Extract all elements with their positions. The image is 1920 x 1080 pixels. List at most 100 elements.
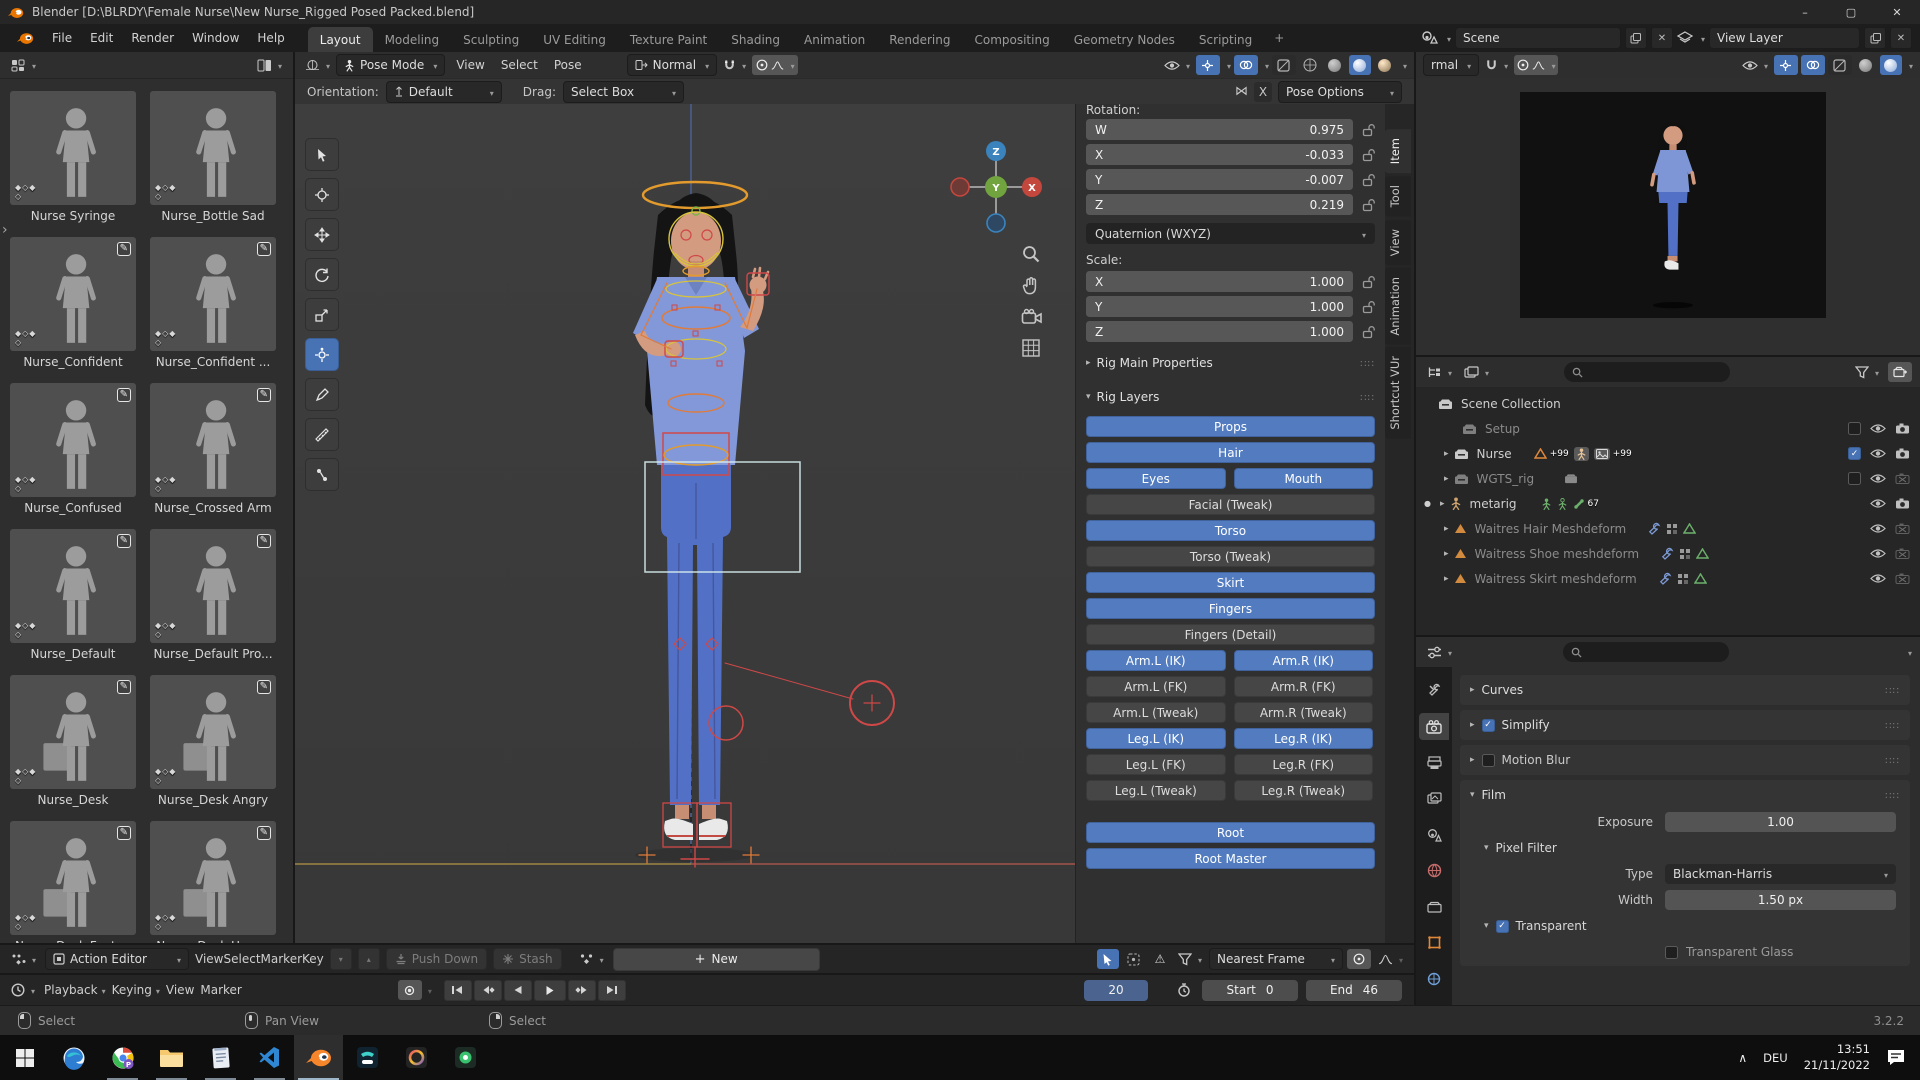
rig-layer-button[interactable]: Torso (Tweak) [1086, 546, 1375, 567]
exclude-checkbox[interactable] [1848, 422, 1861, 435]
rig-layer-button[interactable]: Root [1086, 822, 1375, 843]
tool-scale[interactable] [305, 298, 339, 331]
toggle-xray-icon[interactable] [1271, 55, 1296, 75]
dope-menu-item[interactable]: Marker [261, 952, 302, 966]
rig-layer-button[interactable]: Leg.L (FK) [1086, 754, 1226, 775]
viewport-menu-item[interactable]: Select [493, 58, 546, 72]
drag-dropdown[interactable]: Select Box [562, 80, 684, 103]
unlock-icon[interactable] [1361, 275, 1375, 289]
tab-scene[interactable] [1419, 821, 1449, 848]
exclude-checkbox[interactable] [1848, 472, 1861, 485]
view-layer-browse-caret[interactable] [1697, 31, 1705, 45]
menu-item[interactable]: Help [248, 31, 293, 45]
expander-icon[interactable]: ▸ [1444, 449, 1449, 459]
tab-data[interactable] [1419, 965, 1449, 992]
play-reverse-button[interactable] [503, 979, 532, 1001]
expander-icon[interactable]: ▸ [1444, 474, 1449, 484]
hide-eye-icon[interactable] [1870, 423, 1886, 434]
workspace-tab[interactable]: Compositing [962, 27, 1061, 52]
scale-field[interactable]: X 1.000 [1086, 271, 1353, 292]
keying-set-caret[interactable] [424, 983, 432, 997]
asset-item[interactable]: Nurse_Desk Foot ... [10, 821, 136, 943]
disable-render-camera-icon[interactable] [1895, 448, 1910, 459]
unlock-icon[interactable] [1361, 123, 1375, 137]
shading-options-caret[interactable] [1399, 58, 1407, 72]
expander-icon[interactable]: ▸ [1444, 524, 1449, 534]
asset-item[interactable]: Nurse_Desk Angry [150, 675, 276, 811]
mode-dropdown[interactable]: Pose Mode [336, 54, 446, 76]
taskbar-edge-icon[interactable] [49, 1035, 98, 1080]
asset-thumbnail[interactable] [10, 529, 136, 643]
snapping-magnet-icon[interactable] [1482, 56, 1511, 74]
stash-button[interactable]: Stash [493, 948, 562, 970]
shading-wireframe-icon[interactable] [1299, 55, 1321, 75]
start-button[interactable] [0, 1035, 49, 1080]
menu-item[interactable]: Render [122, 31, 183, 45]
section-simplify[interactable]: ▸Simplify [1460, 711, 1910, 739]
rig-layer-button[interactable]: Torso [1086, 520, 1375, 541]
tray-chevron-icon[interactable]: ∧ [1738, 1051, 1747, 1065]
asset-thumbnail[interactable] [10, 383, 136, 497]
asset-thumbnail[interactable] [150, 821, 276, 935]
taskbar-vscode-icon[interactable] [245, 1035, 294, 1080]
rig-layer-button[interactable]: Props [1086, 416, 1375, 437]
rig-layer-button[interactable]: Fingers (Detail) [1086, 624, 1375, 645]
mirror-x-toggle[interactable]: X [1254, 81, 1272, 102]
workspace-tab[interactable]: Scripting [1187, 27, 1264, 52]
tab-tool[interactable] [1419, 677, 1449, 704]
filter-width-field[interactable]: 1.50 px [1665, 890, 1896, 910]
workspace-tab[interactable]: Layout [307, 27, 373, 52]
unlock-icon[interactable] [1361, 198, 1375, 212]
camera-disabled-icon[interactable] [1895, 473, 1910, 484]
hide-eye-icon[interactable] [1870, 498, 1886, 509]
shading-material-icon[interactable] [1348, 55, 1371, 75]
show-object-types-icon[interactable] [1161, 56, 1193, 74]
rig-layer-button[interactable]: Arm.R (Tweak) [1233, 702, 1373, 723]
include-checkbox[interactable] [1848, 447, 1861, 460]
sidebar-tab[interactable]: Animation [1385, 267, 1411, 345]
show-gizmo-icon[interactable] [1773, 55, 1798, 75]
editor-type-3d-viewport-icon[interactable] [302, 56, 333, 74]
show-hidden-channels-icon[interactable] [1123, 949, 1145, 969]
rig-layer-button[interactable]: Arm.R (FK) [1233, 676, 1373, 697]
shading-solid-icon[interactable] [1324, 55, 1346, 75]
workspace-tab[interactable]: Modeling [373, 27, 452, 52]
tool-cursor[interactable] [305, 178, 339, 211]
asset-thumbnail[interactable] [150, 529, 276, 643]
subsection-transparent[interactable]: ▾Transparent [1460, 913, 1910, 939]
asset-item[interactable]: Nurse_Desk [10, 675, 136, 811]
orientation-dropdown-truncated[interactable]: rmal [1423, 54, 1480, 76]
scene-browse-caret[interactable] [1443, 31, 1451, 45]
camera-disabled-icon[interactable] [1895, 548, 1910, 559]
workspace-tab[interactable]: Shading [719, 27, 792, 52]
outliner-row-scene-collection[interactable]: Scene Collection [1416, 391, 1920, 416]
camera-view-icon[interactable] [1021, 308, 1043, 326]
asset-item[interactable]: Nurse_Default [10, 529, 136, 665]
hide-eye-icon[interactable] [1870, 448, 1886, 459]
push-down-button[interactable]: Push Down [385, 948, 488, 970]
rotation-field[interactable]: X -0.033 [1086, 144, 1353, 165]
new-scene-button[interactable] [1624, 27, 1647, 49]
orientation-dropdown[interactable]: Default [385, 80, 502, 103]
shading-rendered-icon[interactable] [1374, 55, 1396, 75]
expand-region-arrow[interactable]: › [2, 222, 8, 238]
asset-thumbnail[interactable] [150, 675, 276, 789]
simplify-checkbox[interactable] [1481, 718, 1495, 732]
dope-menu-item[interactable]: Select [224, 952, 261, 966]
rig-layer-button[interactable]: Facial (Tweak) [1086, 494, 1375, 515]
rig-layer-button[interactable]: Fingers [1086, 598, 1375, 619]
jump-to-start-button[interactable] [443, 979, 472, 1001]
outliner-row-wgts-rig[interactable]: ▸ WGTS_rig [1416, 466, 1920, 491]
notification-center-icon[interactable] [1886, 1048, 1906, 1067]
taskbar-explorer-icon[interactable] [147, 1035, 196, 1080]
hide-eye-icon[interactable] [1870, 473, 1886, 484]
rotation-field[interactable]: W 0.975 [1086, 119, 1353, 140]
rig-layer-button[interactable]: Root Master [1086, 848, 1375, 869]
asset-thumbnail[interactable] [150, 383, 276, 497]
workspace-tab[interactable]: Animation [792, 27, 877, 52]
transparent-glass-checkbox[interactable] [1665, 945, 1678, 959]
workspace-tab[interactable]: Rendering [877, 27, 962, 52]
section-film[interactable]: ▾ Film [1460, 781, 1910, 809]
taskbar-adobe-cc-icon[interactable] [392, 1035, 441, 1080]
section-motion-blur[interactable]: ▸ Motion Blur [1460, 746, 1910, 774]
